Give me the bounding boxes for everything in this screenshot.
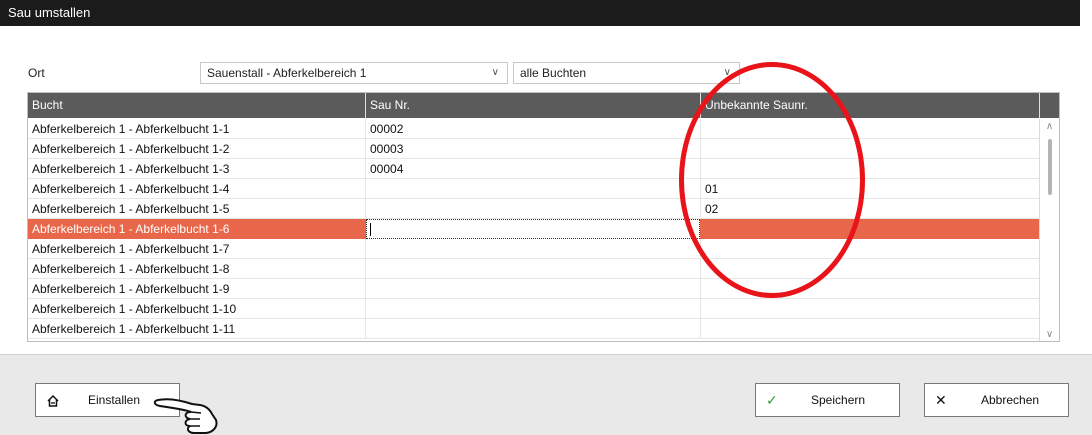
scroll-down-icon[interactable]: ∨ [1040, 327, 1059, 341]
unbekannte-saunr-cell[interactable] [701, 119, 1040, 139]
table-row[interactable]: Abferkelbereich 1 - Abferkelbucht 1-3 000… [28, 159, 1040, 179]
unbekannte-saunr-cell[interactable] [701, 219, 1040, 239]
sau-nr-cell[interactable] [366, 179, 701, 199]
partial-row: Abferkelbereich 1 - Abferkelbucht 1-12 [28, 341, 1040, 342]
unbekannte-saunr-cell[interactable] [701, 159, 1040, 179]
table-row[interactable]: Abferkelbereich 1 - Abferkelbucht 1-10 [28, 299, 1040, 319]
bucht-cell[interactable]: Abferkelbereich 1 - Abferkelbucht 1-5 [28, 199, 366, 219]
table-row[interactable]: Abferkelbereich 1 - Abferkelbucht 1-6 [28, 219, 1040, 239]
table-row[interactable]: Abferkelbereich 1 - Abferkelbucht 1-4 01 [28, 179, 1040, 199]
unbekannte-saunr-cell[interactable]: 01 [701, 179, 1040, 199]
text-caret [370, 223, 371, 236]
sau-nr-cell[interactable]: 00002 [366, 119, 701, 139]
bucht-cell[interactable]: Abferkelbereich 1 - Abferkelbucht 1-2 [28, 139, 366, 159]
dialog-content: Ort Sauenstall - Abferkelbereich 1 ∨ all… [0, 26, 1080, 354]
bucht-cell[interactable]: Abferkelbereich 1 - Abferkelbucht 1-3 [28, 159, 366, 179]
ort-label: Ort [28, 66, 45, 80]
sau-nr-cell[interactable] [366, 199, 701, 219]
abbrechen-button-label: Abbrechen [981, 393, 1040, 407]
table-row[interactable]: Abferkelbereich 1 - Abferkelbucht 1-11 [28, 319, 1040, 339]
bucht-cell[interactable]: Abferkelbereich 1 - Abferkelbucht 1-10 [28, 299, 366, 319]
table-row[interactable]: Abferkelbereich 1 - Abferkelbucht 1-1 000… [28, 119, 1040, 139]
unbekannte-saunr-cell[interactable] [701, 139, 1040, 159]
sau-nr-cell[interactable] [366, 319, 701, 339]
sau-nr-cell[interactable] [366, 299, 701, 319]
chevron-down-icon: ∨ [723, 67, 731, 78]
window-title: Sau umstallen [8, 5, 91, 20]
column-header-sau-nr[interactable]: Sau Nr. [366, 93, 701, 118]
bucht-grid: Bucht Sau Nr. Unbekannte Saunr. Abferkel… [27, 92, 1060, 342]
speichern-button[interactable]: ✓ Speichern [755, 383, 900, 417]
einstallen-button-label: Einstallen [88, 393, 141, 407]
unbekannte-saunr-cell[interactable]: 02 [701, 199, 1040, 219]
sau-nr-edit-field[interactable] [366, 219, 700, 239]
sau-nr-cell[interactable] [366, 259, 701, 279]
unbekannte-saunr-cell[interactable] [701, 239, 1040, 259]
sau-nr-cell[interactable]: 00003 [366, 139, 701, 159]
unbekannte-saunr-cell[interactable] [701, 299, 1040, 319]
unbekannte-saunr-cell[interactable] [701, 279, 1040, 299]
table-row[interactable]: Abferkelbereich 1 - Abferkelbucht 1-2 000… [28, 139, 1040, 159]
scroll-thumb[interactable] [1048, 139, 1052, 195]
speichern-button-label: Speichern [811, 393, 866, 407]
sau-nr-cell[interactable]: 00004 [366, 159, 701, 179]
location-select-value: Sauenstall - Abferkelbereich 1 [207, 66, 367, 80]
unbekannte-saunr-cell[interactable] [701, 319, 1040, 339]
bucht-cell[interactable]: Abferkelbereich 1 - Abferkelbucht 1-7 [28, 239, 366, 259]
column-header-unbekannte-saunr[interactable]: Unbekannte Saunr. [701, 93, 1040, 118]
bucht-cell[interactable]: Abferkelbereich 1 - Abferkelbucht 1-6 [28, 219, 366, 239]
pointing-hand-icon [153, 398, 218, 434]
bucht-cell[interactable]: Abferkelbereich 1 - Abferkelbucht 1-1 [28, 119, 366, 139]
location-select[interactable]: Sauenstall - Abferkelbereich 1 ∨ [200, 62, 508, 84]
bucht-cell[interactable]: Abferkelbereich 1 - Abferkelbucht 1-4 [28, 179, 366, 199]
unbekannte-saunr-cell[interactable] [701, 259, 1040, 279]
house-arrow-icon [46, 384, 60, 416]
buchten-select[interactable]: alle Buchten ∨ [513, 62, 740, 84]
chevron-down-icon: ∨ [491, 67, 499, 78]
bucht-cell[interactable]: Abferkelbereich 1 - Abferkelbucht 1-11 [28, 319, 366, 339]
grid-header: Bucht Sau Nr. Unbekannte Saunr. [28, 93, 1059, 118]
table-row[interactable]: Abferkelbereich 1 - Abferkelbucht 1-8 [28, 259, 1040, 279]
table-row[interactable]: Abferkelbereich 1 - Abferkelbucht 1-7 [28, 239, 1040, 259]
sau-nr-cell[interactable] [366, 239, 701, 259]
column-header-bucht[interactable]: Bucht [28, 93, 366, 118]
abbrechen-button[interactable]: ✕ Abbrechen [924, 383, 1069, 417]
close-icon: ✕ [935, 392, 947, 408]
sau-nr-cell[interactable] [366, 279, 701, 299]
check-icon: ✓ [766, 392, 778, 408]
table-row[interactable]: Abferkelbereich 1 - Abferkelbucht 1-9 [28, 279, 1040, 299]
title-bar: Sau umstallen [0, 0, 1080, 26]
buchten-select-value: alle Buchten [520, 66, 587, 80]
vertical-scrollbar[interactable]: ∧ ∨ [1039, 119, 1059, 341]
bucht-cell[interactable]: Abferkelbereich 1 - Abferkelbucht 1-8 [28, 259, 366, 279]
bucht-cell[interactable]: Abferkelbereich 1 - Abferkelbucht 1-9 [28, 279, 366, 299]
table-row[interactable]: Abferkelbereich 1 - Abferkelbucht 1-5 02 [28, 199, 1040, 219]
scroll-up-icon[interactable]: ∧ [1040, 119, 1059, 135]
